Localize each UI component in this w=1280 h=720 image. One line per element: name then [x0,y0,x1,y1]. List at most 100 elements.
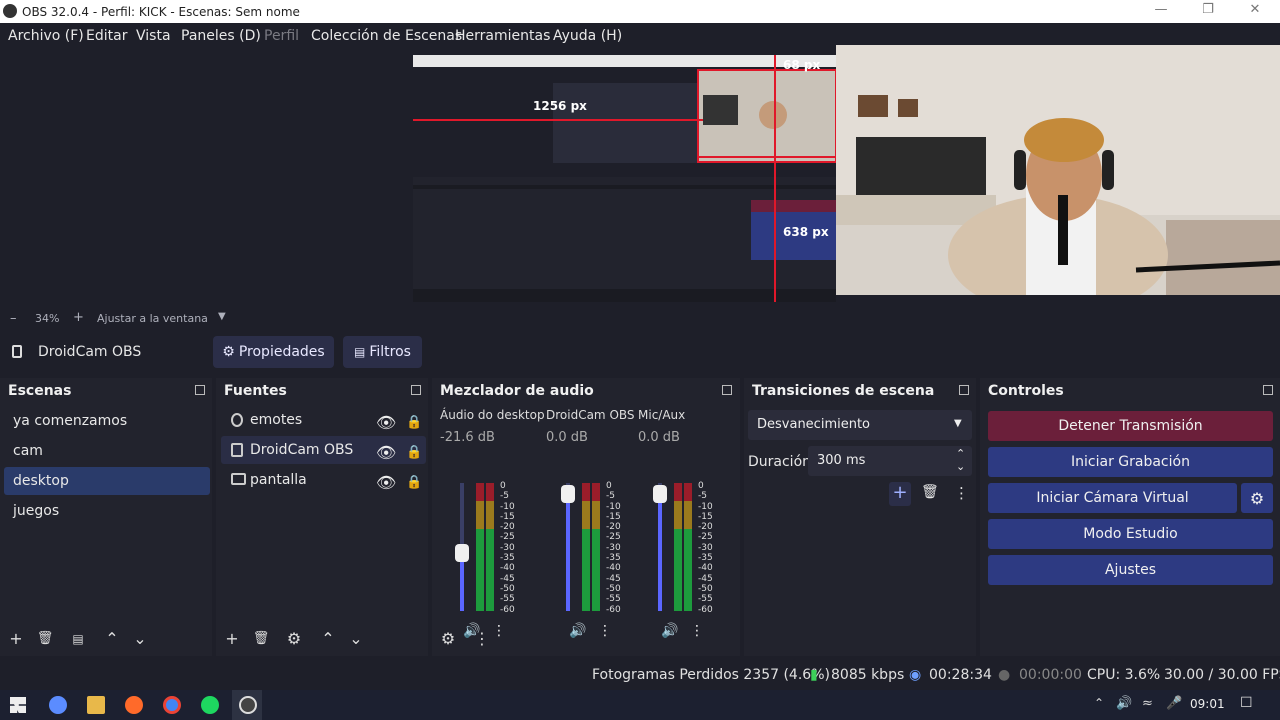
menu-perfil[interactable]: Perfil [264,28,299,44]
db-tick-label: -5 [500,491,509,502]
virtual-camera-settings-gear-icon[interactable]: ⚙ [1241,483,1273,513]
scene-item[interactable]: juegos [4,497,210,525]
file-explorer-icon[interactable] [87,696,105,714]
undock-icon[interactable] [195,385,205,395]
microphone-icon[interactable]: 🎤 [1166,696,1182,711]
windows-start-icon[interactable] [10,697,26,713]
menu-vista[interactable]: Vista [136,28,171,44]
move-down-button[interactable]: ⌄ [130,629,150,649]
channel-menu-icon[interactable]: ⋮ [492,623,506,639]
remove-scene-button[interactable]: 🗑 [35,629,55,649]
studio-mode-button[interactable]: Modo Estudio [988,519,1273,549]
scene-filters-button[interactable]: ▤ [68,629,88,649]
db-tick-label: -45 [698,573,713,584]
undock-icon[interactable] [722,385,732,395]
duration-spinbox[interactable]: 300 ms ⌃ ⌄ [808,446,972,476]
wifi-icon[interactable]: ≈ [1142,696,1153,711]
scene-item[interactable]: cam [4,437,210,465]
mixer-title: Mezclador de audio [440,383,594,399]
move-up-button[interactable]: ⌃ [102,629,122,649]
move-down-button[interactable]: ⌄ [346,629,366,649]
properties-button[interactable]: ⚙ Propiedades [213,336,334,368]
db-tick-label: -40 [500,563,515,574]
undock-icon[interactable] [1263,385,1273,395]
mixer-menu-icon[interactable]: ⋮ [472,629,492,649]
scene-item[interactable]: ya comenzamos [4,407,210,435]
stop-streaming-button[interactable]: Detener Transmisión [988,411,1273,441]
chevron-down-icon[interactable]: ▼ [218,311,226,322]
volume-slider[interactable] [455,483,469,611]
db-scale: 0 -5 -10 -15 -20 -25 -30 -35 -40 -45 -50 -55 -60 [500,481,515,615]
minimize-icon[interactable]: — [1146,2,1176,20]
volume-slider[interactable] [653,483,667,611]
transition-select[interactable]: Desvanecimiento ▼ [748,410,972,440]
db-tick-label: -15 [698,511,713,522]
source-settings-button[interactable]: ⚙ [284,629,304,649]
volume-slider-knob[interactable] [455,544,469,562]
add-source-button[interactable]: + [222,629,242,649]
add-scene-button[interactable]: + [6,629,26,649]
clock-time[interactable]: 09:01 [1190,697,1225,711]
zoom-in-button[interactable]: + [73,310,84,325]
source-item[interactable]: emotes 👁 🔒 [221,406,426,434]
filters-button[interactable]: ▤ Filtros [343,336,422,368]
preview-screen-capture: 68 px 1256 px 638 px [413,55,836,302]
add-transition-button[interactable]: + [889,482,911,506]
eye-icon[interactable]: 👁 [376,409,396,437]
start-recording-button[interactable]: Iniciar Grabación [988,447,1273,477]
mixer-channel: Áudio do desktop -21.6 dB 0 -5 -10 -15 -20 -25-… [440,405,545,639]
remove-source-button[interactable]: 🗑 [251,629,271,649]
lock-icon[interactable]: 🔒 [406,469,422,497]
volume-slider-knob[interactable] [653,485,667,503]
source-item-selected[interactable]: DroidCam OBS 👁 🔒 [221,436,426,464]
menu-coleccion-escenas[interactable]: Colección de Escenas [311,28,462,44]
eye-icon[interactable]: 👁 [376,439,396,467]
preview-area[interactable]: 68 px 1256 px 638 px [0,45,1280,310]
maximize-icon[interactable]: ❐ [1193,2,1223,20]
menu-paneles[interactable]: Paneles (D) [181,28,261,44]
zoom-out-button[interactable]: – [10,311,17,326]
notifications-icon[interactable]: ☐ [1240,695,1253,711]
db-tick-label: -10 [500,501,515,512]
scene-item-selected[interactable]: desktop [4,467,210,495]
channel-menu-icon[interactable]: ⋮ [690,623,704,639]
volume-slider-knob[interactable] [561,485,575,503]
close-icon[interactable]: ✕ [1240,2,1270,20]
remove-transition-button[interactable]: 🗑 [921,484,939,500]
channel-menu-icon[interactable]: ⋮ [598,623,612,639]
source-name: DroidCam OBS [250,442,354,458]
undock-icon[interactable] [959,385,969,395]
firefox-icon[interactable] [125,696,143,714]
menu-herramientas[interactable]: Herramientas [455,28,550,44]
lock-icon[interactable]: 🔒 [406,439,422,467]
duration-value: 300 ms [817,453,866,468]
mixer-channel: DroidCam OBS 0.0 dB 0 -5 -10 -15 -20 -25 -30 -35-… [546,405,642,639]
db-tick-label: -30 [606,542,621,553]
advanced-audio-gear-icon[interactable]: ⚙ [438,629,458,649]
undock-icon[interactable] [411,385,421,395]
speaker-icon[interactable]: 🔊 [569,623,586,639]
chrome-icon[interactable] [163,696,181,714]
volume-icon[interactable]: 🔊 [1116,696,1132,711]
start-virtual-camera-button[interactable]: Iniciar Cámara Virtual [988,483,1237,513]
volume-slider[interactable] [561,483,575,611]
chevron-up-icon[interactable]: ⌃ [1094,696,1104,710]
transition-menu-icon[interactable]: ⋮ [954,484,969,502]
menu-ayuda[interactable]: Ayuda (H) [553,28,622,44]
settings-button[interactable]: Ajustes [988,555,1273,585]
source-item[interactable]: pantalla 👁 🔒 [221,466,426,494]
gear-icon: ⚙ [222,344,235,360]
fit-to-window-label[interactable]: Ajustar a la ventana [97,312,208,325]
spin-down-icon[interactable]: ⌄ [956,460,965,473]
obs-icon[interactable] [239,696,257,714]
spin-up-icon[interactable]: ⌃ [956,447,965,460]
speaker-icon[interactable]: 🔊 [661,623,678,639]
spotify-icon[interactable] [201,696,219,714]
move-up-button[interactable]: ⌃ [318,629,338,649]
menu-archivo[interactable]: Archivo (F) [8,28,84,44]
copilot-icon[interactable] [49,696,67,714]
menu-editar[interactable]: Editar [86,28,127,44]
db-tick-label: -25 [500,532,515,543]
lock-icon[interactable]: 🔒 [406,409,422,437]
eye-icon[interactable]: 👁 [376,469,396,497]
